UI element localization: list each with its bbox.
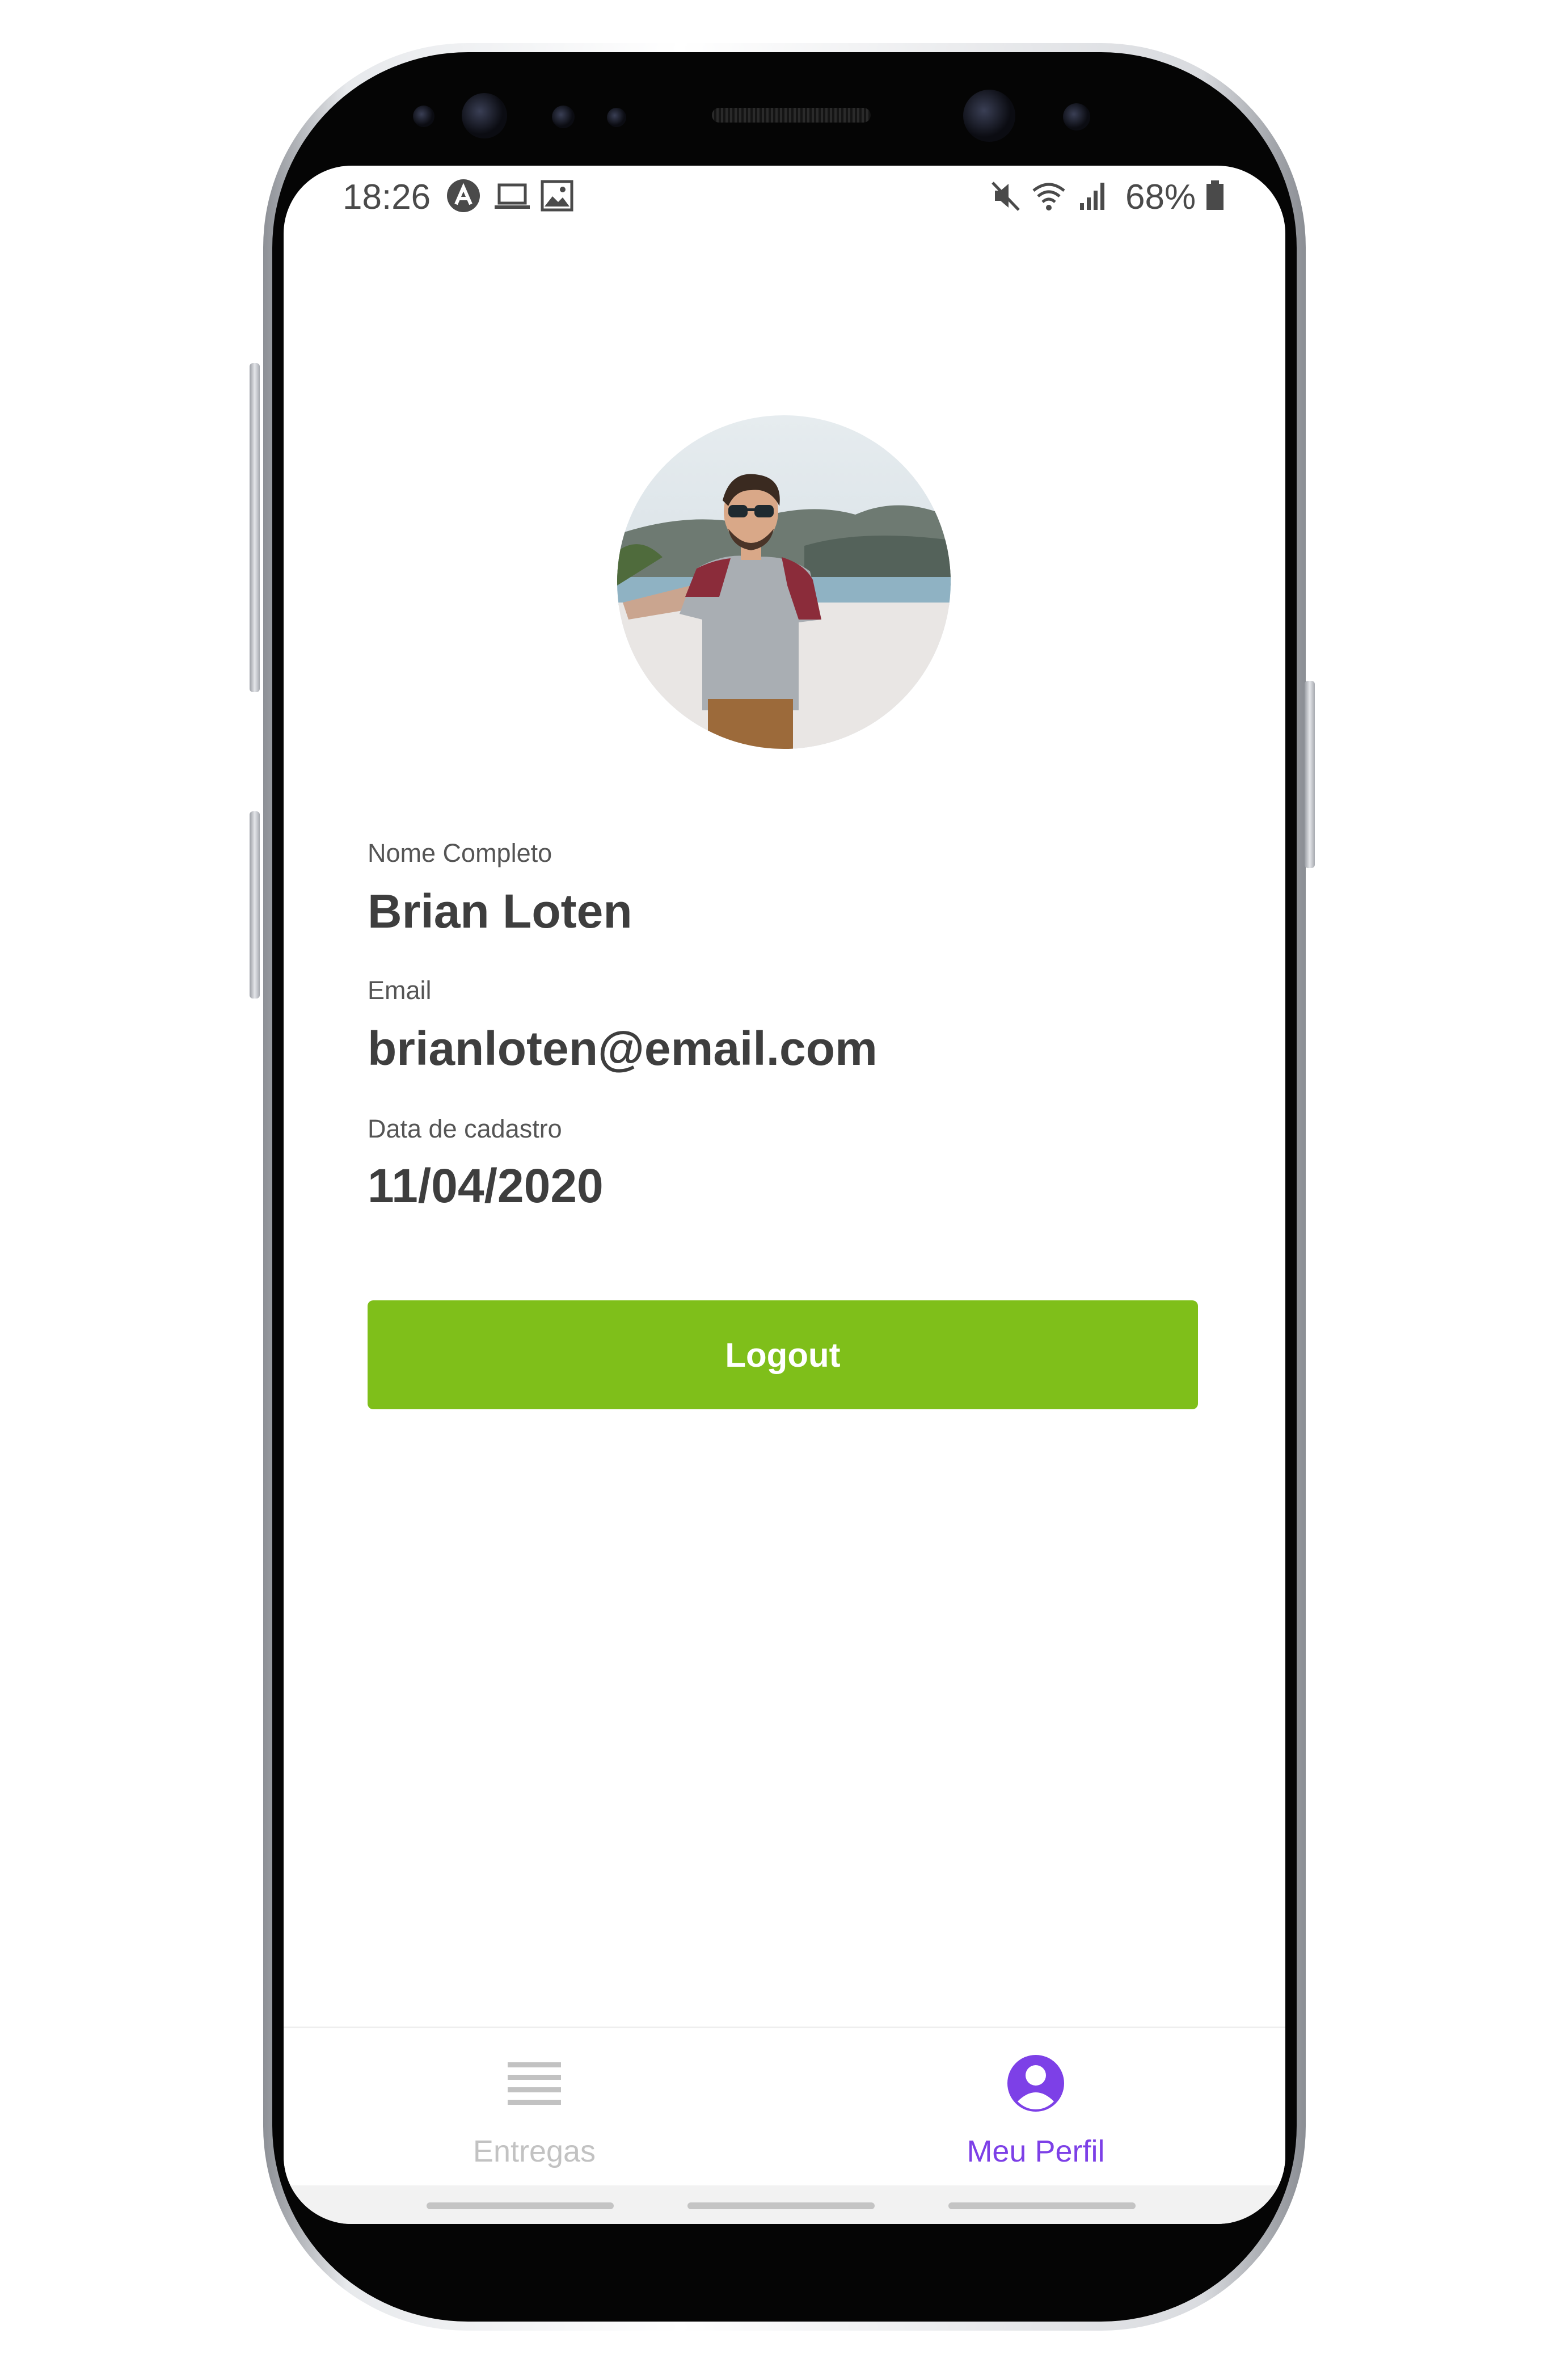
tab-entregas-label: Entregas [472, 2134, 596, 2168]
recents-button[interactable] [427, 2202, 614, 2209]
user-circle-icon [1006, 2054, 1065, 2116]
app-a-icon [446, 178, 481, 213]
laptop-icon [493, 178, 531, 213]
bottom-tab-bar: Entregas Meu Perfil [284, 2027, 1285, 2193]
back-button[interactable] [948, 2202, 1136, 2209]
proximity-sensor-icon [552, 106, 575, 128]
earpiece-speaker [712, 108, 871, 123]
avatar [617, 415, 951, 749]
logout-button[interactable]: Logout [368, 1300, 1198, 1409]
email-value: brianloten@email.com [368, 1022, 877, 1075]
tab-meu-perfil[interactable]: Meu Perfil [837, 2028, 1234, 2193]
status-bar: 18:26 68% [284, 166, 1285, 222]
screen: 18:26 68% Nome Completo Brian Loten Emai… [284, 166, 1285, 2224]
full-name-value: Brian Loten [368, 884, 632, 938]
front-camera-icon [963, 90, 1015, 142]
full-name-label: Nome Completo [368, 839, 552, 867]
mute-icon [989, 178, 1023, 213]
volume-up-button [250, 363, 260, 692]
profile-photo [617, 415, 951, 749]
power-button [1305, 681, 1315, 868]
iris-camera-icon [1063, 103, 1090, 130]
status-time: 18:26 [343, 178, 431, 217]
sensor-icon [413, 106, 434, 127]
bixby-button [250, 811, 260, 999]
signup-date-label: Data de cadastro [368, 1114, 562, 1143]
battery-percent: 68% [1125, 178, 1196, 217]
tab-entregas[interactable]: Entregas [336, 2028, 733, 2193]
gallery-icon [540, 178, 574, 213]
system-nav-bar [284, 2185, 1285, 2224]
light-sensor-icon [607, 108, 626, 127]
signup-date-value: 11/04/2020 [368, 1159, 604, 1212]
tab-meu-perfil-label: Meu Perfil [967, 2134, 1105, 2168]
list-icon [508, 2061, 561, 2109]
email-label: Email [368, 976, 432, 1005]
wifi-icon [1030, 178, 1068, 213]
iris-scanner-icon [462, 93, 507, 138]
signal-icon [1078, 178, 1109, 213]
battery-icon [1204, 178, 1226, 213]
home-button[interactable] [687, 2202, 875, 2209]
